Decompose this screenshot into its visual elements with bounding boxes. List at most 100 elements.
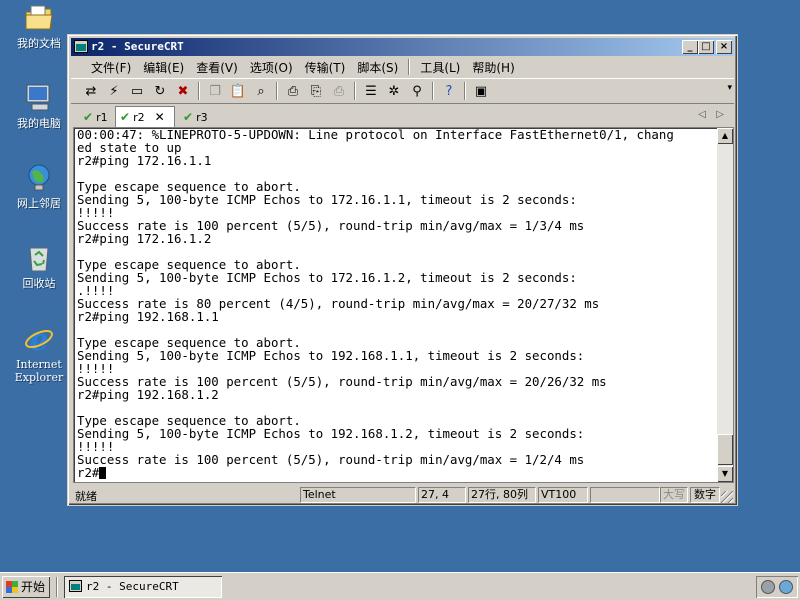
desktop-icon-my-computer[interactable]: 我的电脑 xyxy=(6,82,72,130)
tab-label: r1 xyxy=(96,110,108,124)
menu-edit[interactable]: 编辑(E) xyxy=(137,59,190,76)
desktop-icon-label: 我的文档 xyxy=(17,37,61,50)
terminal-line: Success rate is 100 percent (5/5), round… xyxy=(77,452,585,467)
window-title: r2 - SecureCRT xyxy=(91,40,184,53)
close-button[interactable]: × xyxy=(716,40,732,54)
status-cursor-position: 27, 4 xyxy=(418,487,466,503)
tab-r2[interactable]: ✔ r2 ✕ xyxy=(115,106,175,127)
toolbar-separator xyxy=(198,82,200,100)
tab-r1[interactable]: ✔ r1 xyxy=(79,108,113,126)
menu-help[interactable]: 帮助(H) xyxy=(466,59,520,76)
terminal-line: r2#ping 192.168.1.1 xyxy=(77,309,219,324)
tab-label: r3 xyxy=(196,110,208,124)
tab-scroll-left-icon[interactable]: ◁ xyxy=(698,109,706,120)
taskbar-separator xyxy=(56,577,58,597)
system-tray xyxy=(756,576,798,598)
terminal-cursor xyxy=(99,467,107,479)
desktop-icon-recycle-bin[interactable]: 回收站 xyxy=(6,242,72,290)
terminal-line: Sending 5, 100-byte ICMP Echos to 192.16… xyxy=(77,426,585,441)
reconnect-icon[interactable]: ↻ xyxy=(150,81,170,101)
copy-icon[interactable]: ❐ xyxy=(205,81,225,101)
menu-tools[interactable]: 工具(L) xyxy=(414,59,466,76)
status-protocol: Telnet xyxy=(300,487,416,503)
desktop-icon-network-places[interactable]: 网上邻居 xyxy=(6,162,72,210)
global-options-icon[interactable]: ✲ xyxy=(384,81,404,101)
terminal-prompt-line: r2# xyxy=(77,466,717,479)
taskbar-button-securecrt[interactable]: r2 - SecureCRT xyxy=(64,576,222,598)
print-selection-icon[interactable]: ⎘ xyxy=(306,81,326,101)
vertical-scrollbar[interactable]: ▲ ▼ xyxy=(717,128,733,482)
taskbar: 开始 r2 - SecureCRT xyxy=(0,572,800,600)
tab-r3[interactable]: ✔ r3 xyxy=(179,108,213,126)
print-icon[interactable]: ⎙ xyxy=(283,81,303,101)
menu-options[interactable]: 选项(O) xyxy=(244,59,299,76)
connected-check-icon: ✔ xyxy=(83,110,94,124)
toolbar-chevron-icon[interactable]: ▾ xyxy=(727,83,732,93)
menu-script[interactable]: 脚本(S) xyxy=(351,59,404,76)
securecrt-window: r2 - SecureCRT _ □ × 文件(F) 编辑(E) 查看(V) 选… xyxy=(67,34,738,506)
securecrt-app-icon[interactable] xyxy=(74,40,88,53)
scroll-up-icon[interactable]: ▲ xyxy=(717,128,733,144)
computer-icon xyxy=(26,84,50,111)
status-num-lock: 数字 xyxy=(690,487,720,503)
terminal-line: Sending 5, 100-byte ICMP Echos to 192.16… xyxy=(77,348,585,363)
network-globe-icon xyxy=(28,164,50,191)
toolbar-separator xyxy=(464,82,466,100)
status-terminal-size: 27行, 80列 xyxy=(468,487,536,503)
quick-connect-icon[interactable]: ⚡ xyxy=(104,81,124,101)
tray-network-icon[interactable] xyxy=(779,580,793,594)
scroll-down-icon[interactable]: ▼ xyxy=(717,466,733,482)
desktop-icon-label: 我的电脑 xyxy=(17,117,61,130)
tab-scroll-right-icon[interactable]: ▷ xyxy=(716,109,724,120)
connect-icon[interactable]: ⇄ xyxy=(81,81,101,101)
find-icon[interactable]: ⌕ xyxy=(251,81,271,101)
connected-check-icon: ✔ xyxy=(120,110,131,124)
terminal-line: Sending 5, 100-byte ICMP Echos to 172.16… xyxy=(77,270,577,285)
tab-close-icon[interactable]: ✕ xyxy=(155,110,165,124)
menu-transfer[interactable]: 传输(T) xyxy=(299,59,352,76)
maximize-button[interactable]: □ xyxy=(698,40,714,54)
internet-explorer-icon: e xyxy=(25,323,53,355)
about-icon[interactable]: ▣ xyxy=(471,81,491,101)
help-icon[interactable]: ? xyxy=(439,81,459,101)
paste-icon[interactable]: 📋 xyxy=(228,81,248,101)
menu-file[interactable]: 文件(F) xyxy=(85,59,137,76)
terminal-line: Sending 5, 100-byte ICMP Echos to 172.16… xyxy=(77,192,577,207)
window-titlebar[interactable]: r2 - SecureCRT _ □ × xyxy=(71,38,734,56)
desktop-icon-label: Internet Explorer xyxy=(14,358,64,384)
toolbar-separator xyxy=(432,82,434,100)
terminal-line: r2#ping 172.16.1.2 xyxy=(77,231,212,246)
start-button[interactable]: 开始 xyxy=(2,576,50,598)
status-caps-lock: 大写 xyxy=(660,487,688,503)
minimize-button[interactable]: _ xyxy=(682,40,698,54)
terminal-area[interactable]: 00:00:47: %LINEPROTO-5-UPDOWN: Line prot… xyxy=(73,127,734,483)
toolbar-separator xyxy=(276,82,278,100)
desktop-icon-internet-explorer[interactable]: e Internet Explorer xyxy=(6,323,72,384)
statusbar: 就绪 Telnet 27, 4 27行, 80列 VT100 大写 数字 xyxy=(71,486,734,504)
resize-grip-icon[interactable] xyxy=(721,491,733,503)
print-setup-icon[interactable]: ⎙ xyxy=(329,81,349,101)
keymap-icon[interactable]: ⚲ xyxy=(407,81,427,101)
connect-in-tab-icon[interactable]: ▭ xyxy=(127,81,147,101)
terminal-line: r2#ping 192.168.1.2 xyxy=(77,387,219,402)
menu-view[interactable]: 查看(V) xyxy=(190,59,244,76)
session-options-icon[interactable]: ☰ xyxy=(361,81,381,101)
disconnect-icon[interactable]: ✖ xyxy=(173,81,193,101)
tab-label: r2 xyxy=(133,110,145,124)
desktop-icon-my-documents[interactable]: 我的文档 xyxy=(6,2,72,50)
status-blank xyxy=(590,487,660,503)
taskbar-button-label: r2 - SecureCRT xyxy=(86,580,179,593)
tray-volume-icon[interactable] xyxy=(761,580,775,594)
menu-separator xyxy=(408,59,411,75)
toolbar-separator xyxy=(354,82,356,100)
status-emulation: VT100 xyxy=(538,487,588,503)
menubar: 文件(F) 编辑(E) 查看(V) 选项(O) 传输(T) 脚本(S) 工具(L… xyxy=(71,57,734,77)
scrollbar-thumb[interactable] xyxy=(717,434,733,465)
securecrt-app-icon xyxy=(69,580,82,592)
status-ready: 就绪 xyxy=(75,490,97,503)
desktop-icon-label: 网上邻居 xyxy=(17,197,61,210)
folder-documents-icon xyxy=(25,5,53,30)
connected-check-icon: ✔ xyxy=(183,110,194,124)
desktop-icon-label: 回收站 xyxy=(22,277,56,290)
terminal-output[interactable]: 00:00:47: %LINEPROTO-5-UPDOWN: Line prot… xyxy=(77,128,717,482)
